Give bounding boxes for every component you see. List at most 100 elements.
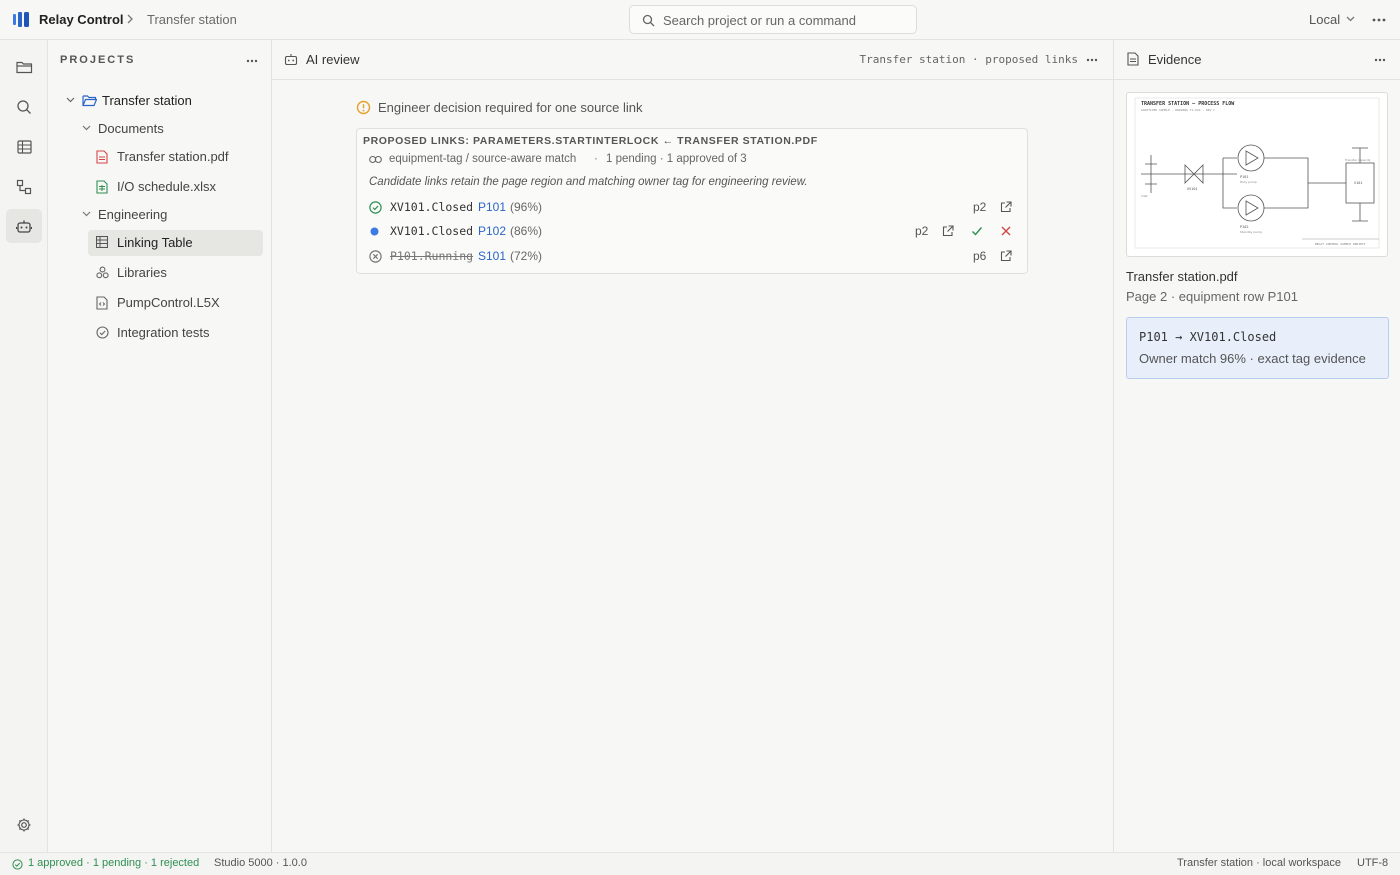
- chevron-down-icon[interactable]: [1346, 16, 1355, 22]
- rejected-x-circle-icon: [369, 250, 382, 263]
- open-external-icon[interactable]: [1000, 201, 1012, 213]
- tree-folder-label: Engineering: [98, 207, 168, 222]
- thumbnail-heading: TRANSFER STATION — PROCESS FLOW: [1141, 101, 1235, 107]
- open-external-icon[interactable]: [1000, 250, 1012, 262]
- tree-item-label: Integration tests: [117, 325, 210, 340]
- link-row[interactable]: P101.Running S101 (72%) p6: [357, 246, 1027, 268]
- search-icon: [17, 100, 31, 114]
- tree-item-label: Linking Table: [117, 235, 193, 250]
- activity-search[interactable]: [6, 90, 42, 124]
- more-icon[interactable]: [1374, 58, 1386, 62]
- top-bar: Relay Control Transfer station Search pr…: [0, 0, 1400, 40]
- page-ref: p2: [915, 224, 929, 238]
- search-placeholder: Search project or run a command: [663, 13, 856, 28]
- warning-icon: [356, 100, 371, 115]
- reject-x-icon[interactable]: [1000, 225, 1012, 237]
- evidence-file-name[interactable]: Transfer station.pdf: [1126, 269, 1238, 284]
- projects-sidebar: PROJECTS Transfer station Documents Tran…: [48, 40, 272, 852]
- source-tag: P101.Running: [390, 249, 474, 263]
- libraries-icon: [96, 266, 109, 279]
- thumbnail-pump2-label: P102: [1240, 225, 1248, 229]
- more-icon[interactable]: [1086, 58, 1098, 62]
- flow-icon: [16, 179, 32, 195]
- activity-explorer[interactable]: [6, 50, 42, 84]
- open-external-icon[interactable]: [942, 225, 954, 237]
- tree-item-label: Transfer station.pdf: [117, 149, 229, 164]
- tree-item-linking-table[interactable]: Linking Table: [88, 230, 263, 256]
- proposed-links-card: PROPOSED LINKS: PARAMETERS.STARTINTERLOC…: [356, 128, 1028, 274]
- link-row[interactable]: XV101.Closed P102 (86%) p2: [357, 221, 1027, 243]
- app-title: Relay Control: [39, 12, 124, 27]
- match-type: equipment-tag / source-aware match: [389, 153, 577, 165]
- tree-project-label: Transfer station: [102, 93, 192, 108]
- approved-check-icon: [369, 201, 382, 214]
- spreadsheet-file-icon: [96, 180, 108, 194]
- page-ref: p6: [973, 249, 987, 263]
- panel-title: Evidence: [1148, 52, 1202, 67]
- evidence-match-line: P101 → XV101.Closed: [1139, 330, 1277, 344]
- tree-project[interactable]: Transfer station: [48, 88, 272, 114]
- tree-item-document[interactable]: I/O schedule.xlsx: [48, 174, 272, 200]
- activity-settings[interactable]: [6, 808, 42, 842]
- link-row[interactable]: XV101.Closed P101 (96%) p2: [357, 197, 1027, 219]
- thumbnail-pump1-label: P101: [1240, 175, 1248, 179]
- gear-icon: [17, 818, 31, 832]
- tree-item-label: Libraries: [117, 265, 167, 280]
- tree-item-libraries[interactable]: Libraries: [48, 260, 272, 286]
- check-circle-icon: [96, 326, 109, 339]
- environment-select[interactable]: Local: [1309, 12, 1340, 27]
- evidence-match-detail: Owner match 96% · exact tag evidence: [1139, 351, 1366, 366]
- source-tag: XV101.Closed: [390, 200, 474, 214]
- tree-item-pumpcontrol[interactable]: PumpControl.L5X: [48, 290, 272, 316]
- more-icon[interactable]: [1372, 18, 1386, 22]
- thumbnail-footer: RELAY CONTROL SAMPLE PROJECT: [1315, 242, 1366, 246]
- tree-item-integration-tests[interactable]: Integration tests: [48, 320, 272, 346]
- check-circle-icon: [12, 859, 23, 870]
- chevron-right-icon: [126, 14, 134, 24]
- thumbnail-valve-label: XV101: [1187, 187, 1198, 191]
- activity-tables[interactable]: [6, 130, 42, 164]
- ai-review-panel: AI review Transfer station · proposed li…: [272, 40, 1113, 852]
- thumbnail-pump1-sub: Duty pump: [1240, 180, 1257, 184]
- tree-folder-engineering[interactable]: Engineering: [48, 202, 272, 228]
- separator: ·: [594, 153, 598, 165]
- approve-check-icon[interactable]: [971, 225, 983, 237]
- breadcrumb[interactable]: Transfer station: [147, 12, 237, 27]
- activity-flow[interactable]: [6, 170, 42, 204]
- folder-icon: [15, 61, 32, 74]
- page-ref: p2: [973, 200, 987, 214]
- search-icon: [642, 14, 655, 27]
- confidence: (72%): [510, 249, 543, 263]
- thumbnail-tank-caption: Transfer capacity: [1344, 158, 1371, 162]
- candidate-link[interactable]: P102: [478, 224, 506, 238]
- notice-text: Engineer decision required for one sourc…: [378, 100, 643, 115]
- sidebar-heading: PROJECTS: [60, 54, 136, 66]
- source-tag: XV101.Closed: [390, 224, 474, 238]
- evidence-panel: Evidence TRANSFER STATION — PROCESS FLOW…: [1113, 40, 1400, 852]
- workspace-label: Transfer station · local workspace: [1177, 857, 1342, 869]
- candidate-link[interactable]: P101: [478, 200, 506, 214]
- tree-folder-label: Documents: [98, 121, 164, 136]
- chevron-down-icon[interactable]: [82, 211, 91, 217]
- confidence: (86%): [510, 224, 543, 238]
- chevron-down-icon[interactable]: [66, 97, 75, 103]
- activity-ai-review[interactable]: [6, 209, 42, 243]
- tree-item-label: I/O schedule.xlsx: [117, 179, 216, 194]
- document-thumbnail[interactable]: TRANSFER STATION — PROCESS FLOW SANITIZE…: [1126, 92, 1388, 257]
- thumbnail-tank-label: S101: [1354, 181, 1362, 185]
- search-input[interactable]: Search project or run a command: [629, 5, 917, 34]
- candidate-link[interactable]: S101: [478, 249, 506, 263]
- tree-item-label: PumpControl.L5X: [117, 295, 220, 310]
- chevron-down-icon[interactable]: [82, 125, 91, 131]
- tree-folder-documents[interactable]: Documents: [48, 116, 272, 142]
- robot-icon: [16, 220, 32, 233]
- link-icon: [369, 155, 382, 164]
- evidence-location: Page 2 · equipment row P101: [1126, 289, 1298, 304]
- panel-title: AI review: [306, 52, 360, 67]
- more-icon[interactable]: [246, 59, 258, 63]
- review-counts[interactable]: 1 approved · 1 pending · 1 rejected: [28, 857, 199, 869]
- encoding-label[interactable]: UTF-8: [1357, 857, 1388, 869]
- version-label: Studio 5000 · 1.0.0: [214, 857, 307, 869]
- tree-item-document[interactable]: Transfer station.pdf: [48, 144, 272, 170]
- confidence: (96%): [510, 200, 543, 214]
